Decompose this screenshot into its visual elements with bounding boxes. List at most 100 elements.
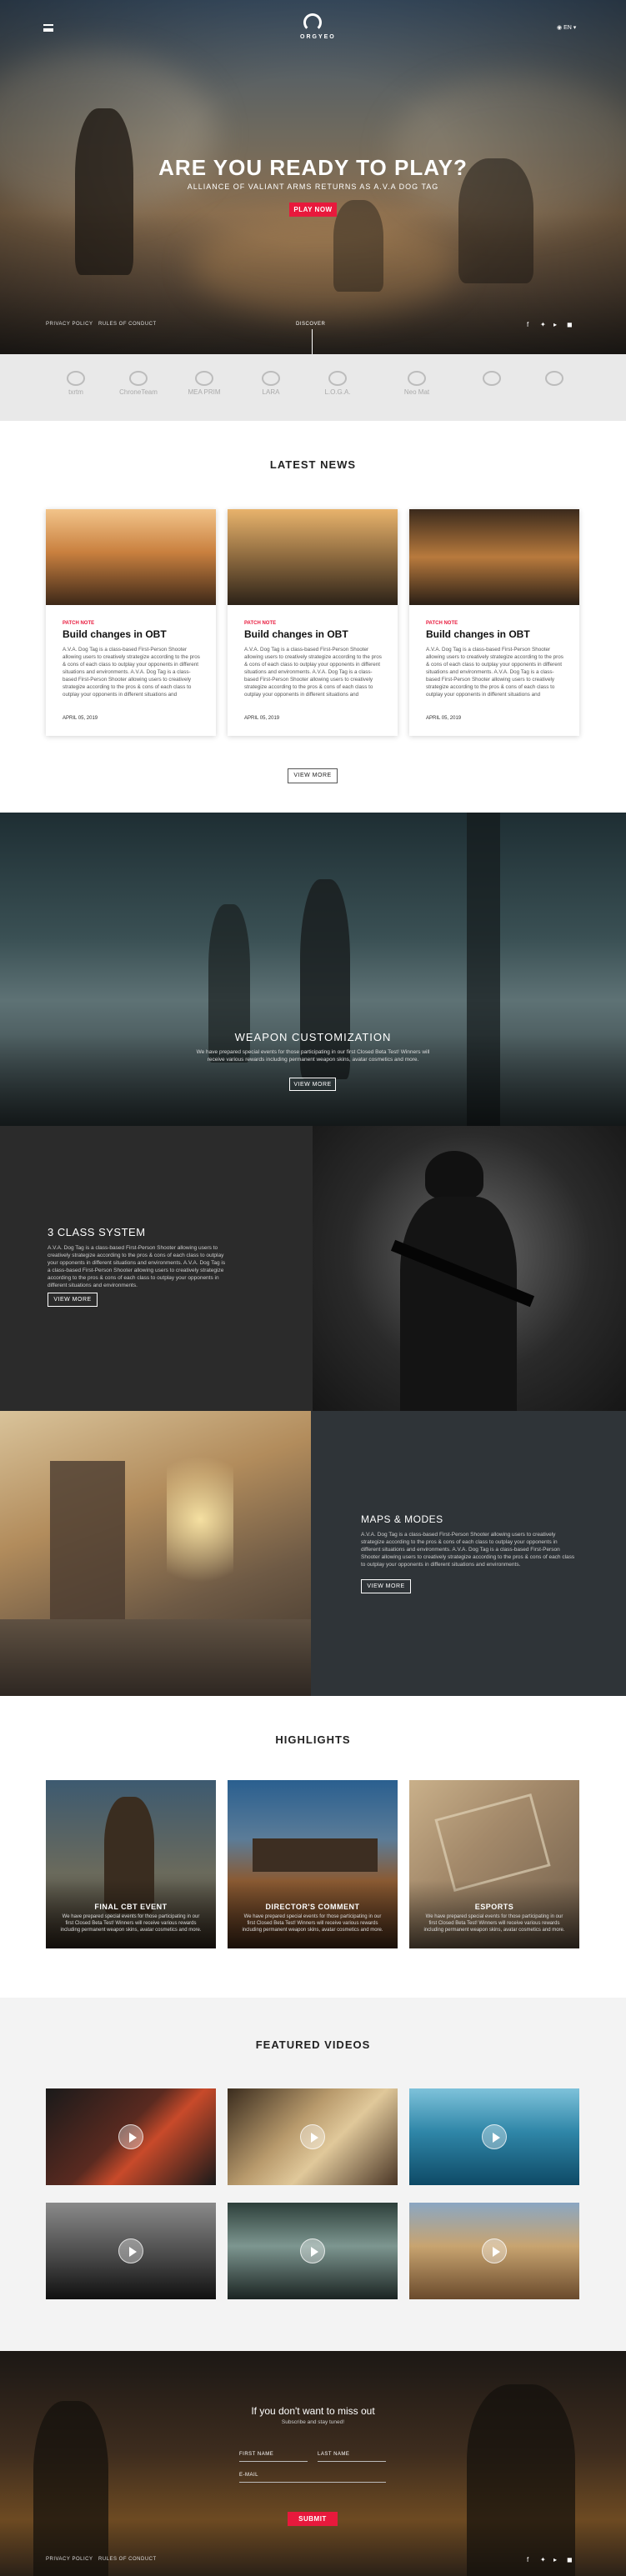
news-card[interactable]: PATCH NOTE Build changes in OBT A.V.A. D…	[46, 509, 216, 736]
twitter-icon[interactable]: ✦	[540, 321, 546, 328]
email-field[interactable]: E-MAIL	[239, 2473, 258, 2478]
news-text: A.V.A. Dog Tag is a class-based First-Pe…	[426, 647, 563, 698]
menu-icon[interactable]	[43, 24, 53, 32]
weapon-title: WEAPON CUSTOMIZATION	[234, 1031, 392, 1043]
partner-logo[interactable]: MEA PRIM	[179, 371, 229, 404]
news-tag: PATCH NOTE	[426, 621, 458, 626]
highlights-title: HIGHLIGHTS	[275, 1733, 351, 1746]
play-icon[interactable]	[300, 2124, 325, 2149]
highlight-text: We have prepared special events for thos…	[242, 1914, 383, 1933]
footer-rules-link[interactable]: RULES OF CONDUCT	[98, 2557, 157, 2562]
partner-name: Neo Mat	[403, 388, 430, 396]
news-tag: PATCH NOTE	[244, 621, 277, 626]
news-text: A.V.A. Dog Tag is a class-based First-Pe…	[63, 647, 200, 698]
highlight-caption: ESPORTS	[474, 1903, 514, 1911]
partner-logo[interactable]	[467, 371, 517, 404]
highlight-text: We have prepared special events for thos…	[60, 1914, 202, 1933]
highlight-caption: DIRECTOR'S COMMENT	[265, 1903, 360, 1911]
class-text: A.V.A. Dog Tag is a class-based First-Pe…	[48, 1245, 226, 1288]
news-image	[46, 509, 216, 605]
maps-view-more-button[interactable]: VIEW MORE	[361, 1579, 411, 1593]
subscribe-title: If you don't want to miss out	[251, 2405, 375, 2417]
hero-rules-link[interactable]: RULES OF CONDUCT	[98, 322, 157, 327]
highlight-text: We have prepared special events for thos…	[423, 1914, 565, 1933]
highlight-card[interactable]: ESPORTS We have prepared special events …	[409, 1780, 579, 1948]
partner-logo[interactable]	[533, 371, 575, 404]
news-title[interactable]: Build changes in OBT	[244, 628, 348, 640]
news-title[interactable]: Build changes in OBT	[63, 628, 167, 640]
play-icon[interactable]	[300, 2238, 325, 2263]
language-label: EN ▾	[563, 25, 577, 31]
youtube-icon[interactable]: ▸	[553, 2556, 557, 2563]
video-thumbnail[interactable]	[46, 2203, 216, 2299]
language-selector[interactable]: ◉ EN ▾	[557, 24, 576, 31]
youtube-icon[interactable]: ▸	[553, 321, 557, 328]
partner-logo[interactable]: Neo Mat	[392, 371, 442, 404]
weapon-section: WEAPON CUSTOMIZATION We have prepared sp…	[0, 813, 626, 1126]
maps-text: A.V.A. Dog Tag is a class-based First-Pe…	[361, 1532, 575, 1568]
play-icon[interactable]	[482, 2124, 507, 2149]
scroll-indicator	[312, 329, 313, 354]
partner-name: LARA	[262, 388, 280, 396]
highlight-card[interactable]: DIRECTOR'S COMMENT We have prepared spec…	[228, 1780, 398, 1948]
video-thumbnail[interactable]	[228, 2203, 398, 2299]
news-tag: PATCH NOTE	[63, 621, 95, 626]
partner-logo[interactable]: LARA	[250, 371, 292, 404]
videos-title: FEATURED VIDEOS	[255, 2038, 371, 2051]
play-icon[interactable]	[482, 2238, 507, 2263]
news-card[interactable]: PATCH NOTE Build changes in OBT A.V.A. D…	[228, 509, 398, 736]
hero-privacy-link[interactable]: PRIVACY POLICY	[46, 322, 93, 327]
partner-logo[interactable]: ChroneTeam	[113, 371, 163, 404]
class-view-more-button[interactable]: VIEW MORE	[48, 1293, 98, 1307]
twitch-icon[interactable]: ◼	[567, 2556, 573, 2563]
class-image	[313, 1126, 626, 1411]
maps-section: MAPS & MODES A.V.A. Dog Tag is a class-b…	[0, 1411, 626, 1696]
video-thumbnail[interactable]	[409, 2088, 579, 2185]
news-image	[228, 509, 398, 605]
news-title: LATEST NEWS	[269, 458, 357, 471]
hero-subtitle: ALLIANCE OF VALIANT ARMS RETURNS AS A.V.…	[187, 183, 439, 191]
partner-logo[interactable]: L.O.G.A.	[313, 371, 363, 404]
facebook-icon[interactable]: f	[527, 2556, 528, 2563]
partner-name: txrtm	[68, 388, 83, 396]
class-title: 3 CLASS SYSTEM	[48, 1226, 146, 1238]
first-name-field[interactable]: FIRST NAME	[239, 2452, 273, 2457]
maps-image	[0, 1411, 311, 1696]
footer-privacy-link[interactable]: PRIVACY POLICY	[46, 2557, 93, 2562]
video-thumbnail[interactable]	[409, 2203, 579, 2299]
partner-name: L.O.G.A.	[324, 388, 351, 396]
news-date: APRIL 05, 2019	[426, 716, 462, 721]
news-text: A.V.A. Dog Tag is a class-based First-Pe…	[244, 647, 382, 698]
last-name-field[interactable]: LAST NAME	[318, 2452, 349, 2457]
twitch-icon[interactable]: ◼	[567, 321, 573, 328]
twitter-icon[interactable]: ✦	[540, 2556, 546, 2563]
submit-button[interactable]: SUBMIT	[288, 2512, 338, 2526]
partner-name: MEA PRIM	[188, 388, 221, 396]
play-icon[interactable]	[118, 2238, 143, 2263]
weapon-text: We have prepared special events for thos…	[196, 1049, 430, 1063]
subscribe-subtitle: Subscribe and stay tuned!	[281, 2419, 345, 2425]
play-now-button[interactable]: PLAY NOW	[289, 203, 337, 217]
news-card[interactable]: PATCH NOTE Build changes in OBT A.V.A. D…	[409, 509, 579, 736]
news-date: APRIL 05, 2019	[244, 716, 280, 721]
partner-logo[interactable]: txrtm	[55, 371, 97, 404]
hero-section: ORGYEO ◉ EN ▾ ARE YOU READY TO PLAY? ALL…	[0, 0, 626, 354]
news-date: APRIL 05, 2019	[63, 716, 98, 721]
site-logo[interactable]: ORGYEO	[300, 13, 334, 40]
video-thumbnail[interactable]	[228, 2088, 398, 2185]
class-section: 3 CLASS SYSTEM A.V.A. Dog Tag is a class…	[0, 1126, 626, 1411]
highlight-card[interactable]: FINAL CBT EVENT We have prepared special…	[46, 1780, 216, 1948]
subscribe-section: If you don't want to miss out Subscribe …	[0, 2351, 626, 2576]
partner-name: ChroneTeam	[119, 388, 158, 396]
weapon-view-more-button[interactable]: VIEW MORE	[289, 1078, 336, 1091]
highlight-caption: FINAL CBT EVENT	[94, 1903, 168, 1911]
maps-title: MAPS & MODES	[361, 1513, 443, 1525]
play-icon[interactable]	[118, 2124, 143, 2149]
facebook-icon[interactable]: f	[527, 321, 528, 328]
news-title[interactable]: Build changes in OBT	[426, 628, 530, 640]
news-image	[409, 509, 579, 605]
news-view-more-button[interactable]: VIEW MORE	[288, 768, 338, 783]
hero-title: ARE YOU READY TO PLAY?	[158, 155, 468, 180]
video-thumbnail[interactable]	[46, 2088, 216, 2185]
discover-link[interactable]: DISCOVER	[296, 322, 325, 327]
